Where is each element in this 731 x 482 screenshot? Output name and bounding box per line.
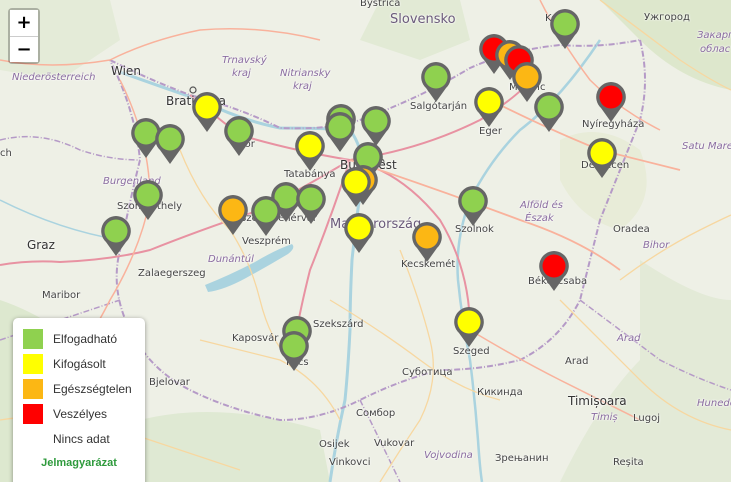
pin-status-fill (415, 225, 439, 249)
map-pin-icon (454, 307, 484, 347)
pin-status-fill (344, 170, 368, 194)
legend-swatch (23, 404, 43, 424)
pin-status-fill (364, 109, 388, 133)
station-marker-pecs-b[interactable] (277, 329, 311, 373)
legend-item-objectionable: Kifogásolt (23, 354, 143, 374)
map-pin-icon (192, 92, 222, 132)
pin-status-fill (328, 115, 352, 139)
station-marker-bratislava[interactable] (190, 90, 224, 134)
station-marker-gyor[interactable] (222, 114, 256, 158)
pin-status-fill (457, 310, 481, 334)
pin-status-fill (104, 219, 128, 243)
station-marker-tatabanya[interactable] (293, 129, 327, 173)
legend: Elfogadható Kifogásolt Egészségtelen Ves… (13, 318, 145, 482)
map-pin-icon (279, 331, 309, 371)
station-marker-eger[interactable] (472, 85, 506, 129)
station-marker-szentgotthard[interactable] (99, 214, 133, 258)
map-pin-icon (218, 195, 248, 235)
map-pin-icon (587, 138, 617, 178)
station-marker-debrecen[interactable] (585, 136, 619, 180)
map-pin-icon (101, 216, 131, 256)
legend-label: Elfogadható (53, 332, 118, 346)
map-pin-icon (341, 167, 371, 207)
pin-status-fill (599, 85, 623, 109)
pin-status-fill (347, 216, 371, 240)
legend-item-acceptable: Elfogadható (23, 329, 143, 349)
map-pin-icon (295, 131, 325, 171)
legend-label: Kifogásolt (53, 357, 106, 371)
pin-status-fill (195, 95, 219, 119)
map-container[interactable]: Bystrica Slovensko Košice Ужгород Закарп… (0, 0, 731, 482)
station-marker-bekescsaba[interactable] (537, 249, 571, 293)
station-marker-szekesfehervar-b[interactable] (294, 182, 328, 226)
map-pin-icon (224, 116, 254, 156)
pin-status-fill (477, 90, 501, 114)
legend-swatch (23, 329, 43, 349)
map-pin-icon (596, 82, 626, 122)
pin-status-fill (590, 141, 614, 165)
pin-status-fill (221, 198, 245, 222)
legend-item-no-data: Nincs adat (23, 429, 143, 449)
map-pin-icon (155, 124, 185, 164)
station-marker-papa[interactable] (216, 193, 250, 237)
zoom-in-button[interactable]: + (10, 10, 38, 36)
pin-status-fill (158, 127, 182, 151)
pin-status-fill (461, 189, 485, 213)
legend-title[interactable]: Jelmagyarázat (13, 457, 145, 469)
pin-status-fill (515, 65, 539, 89)
legend-swatch (23, 429, 43, 449)
pin-status-fill (254, 199, 278, 223)
pin-status-fill (298, 134, 322, 158)
zoom-control: + − (8, 8, 40, 64)
station-marker-kecskemet[interactable] (410, 220, 444, 264)
station-marker-budapest-c[interactable] (339, 165, 373, 209)
map-pin-icon (534, 92, 564, 132)
pin-status-fill (424, 65, 448, 89)
map-pin-icon (296, 184, 326, 224)
map-pin-icon (458, 186, 488, 226)
pin-status-fill (227, 119, 251, 143)
map-pin-icon (133, 180, 163, 220)
map-pin-icon (251, 196, 281, 236)
legend-item-unhealthy: Egészségtelen (23, 379, 143, 399)
pin-status-fill (542, 254, 566, 278)
station-marker-kosice[interactable] (548, 7, 582, 51)
pin-status-fill (282, 334, 306, 358)
pin-status-fill (299, 187, 323, 211)
station-marker-veszprem[interactable] (249, 194, 283, 238)
pin-status-fill (136, 183, 160, 207)
pin-status-fill (537, 95, 561, 119)
station-marker-szeged[interactable] (452, 305, 486, 349)
map-pin-icon (421, 62, 451, 102)
legend-label: Egészségtelen (53, 382, 132, 396)
map-pin-icon (412, 222, 442, 262)
station-marker-mosonmagyarovar-b[interactable] (153, 122, 187, 166)
map-pin-icon (474, 87, 504, 127)
legend-swatch (23, 379, 43, 399)
map-pin-icon (539, 251, 569, 291)
station-marker-szolnok[interactable] (456, 184, 490, 228)
station-marker-dunaujvaros[interactable] (342, 211, 376, 255)
map-pin-icon (550, 9, 580, 49)
legend-label: Veszélyes (53, 407, 108, 421)
zoom-out-button[interactable]: − (10, 36, 38, 62)
station-marker-nyiregyhaza[interactable] (594, 80, 628, 124)
legend-item-dangerous: Veszélyes (23, 404, 143, 424)
station-marker-szombathely[interactable] (131, 178, 165, 222)
station-marker-miskolc-south[interactable] (532, 90, 566, 134)
map-pin-icon (344, 213, 374, 253)
pin-status-fill (553, 12, 577, 36)
legend-label: Nincs adat (53, 432, 110, 446)
station-marker-salgotarjan[interactable] (419, 60, 453, 104)
legend-swatch (23, 354, 43, 374)
